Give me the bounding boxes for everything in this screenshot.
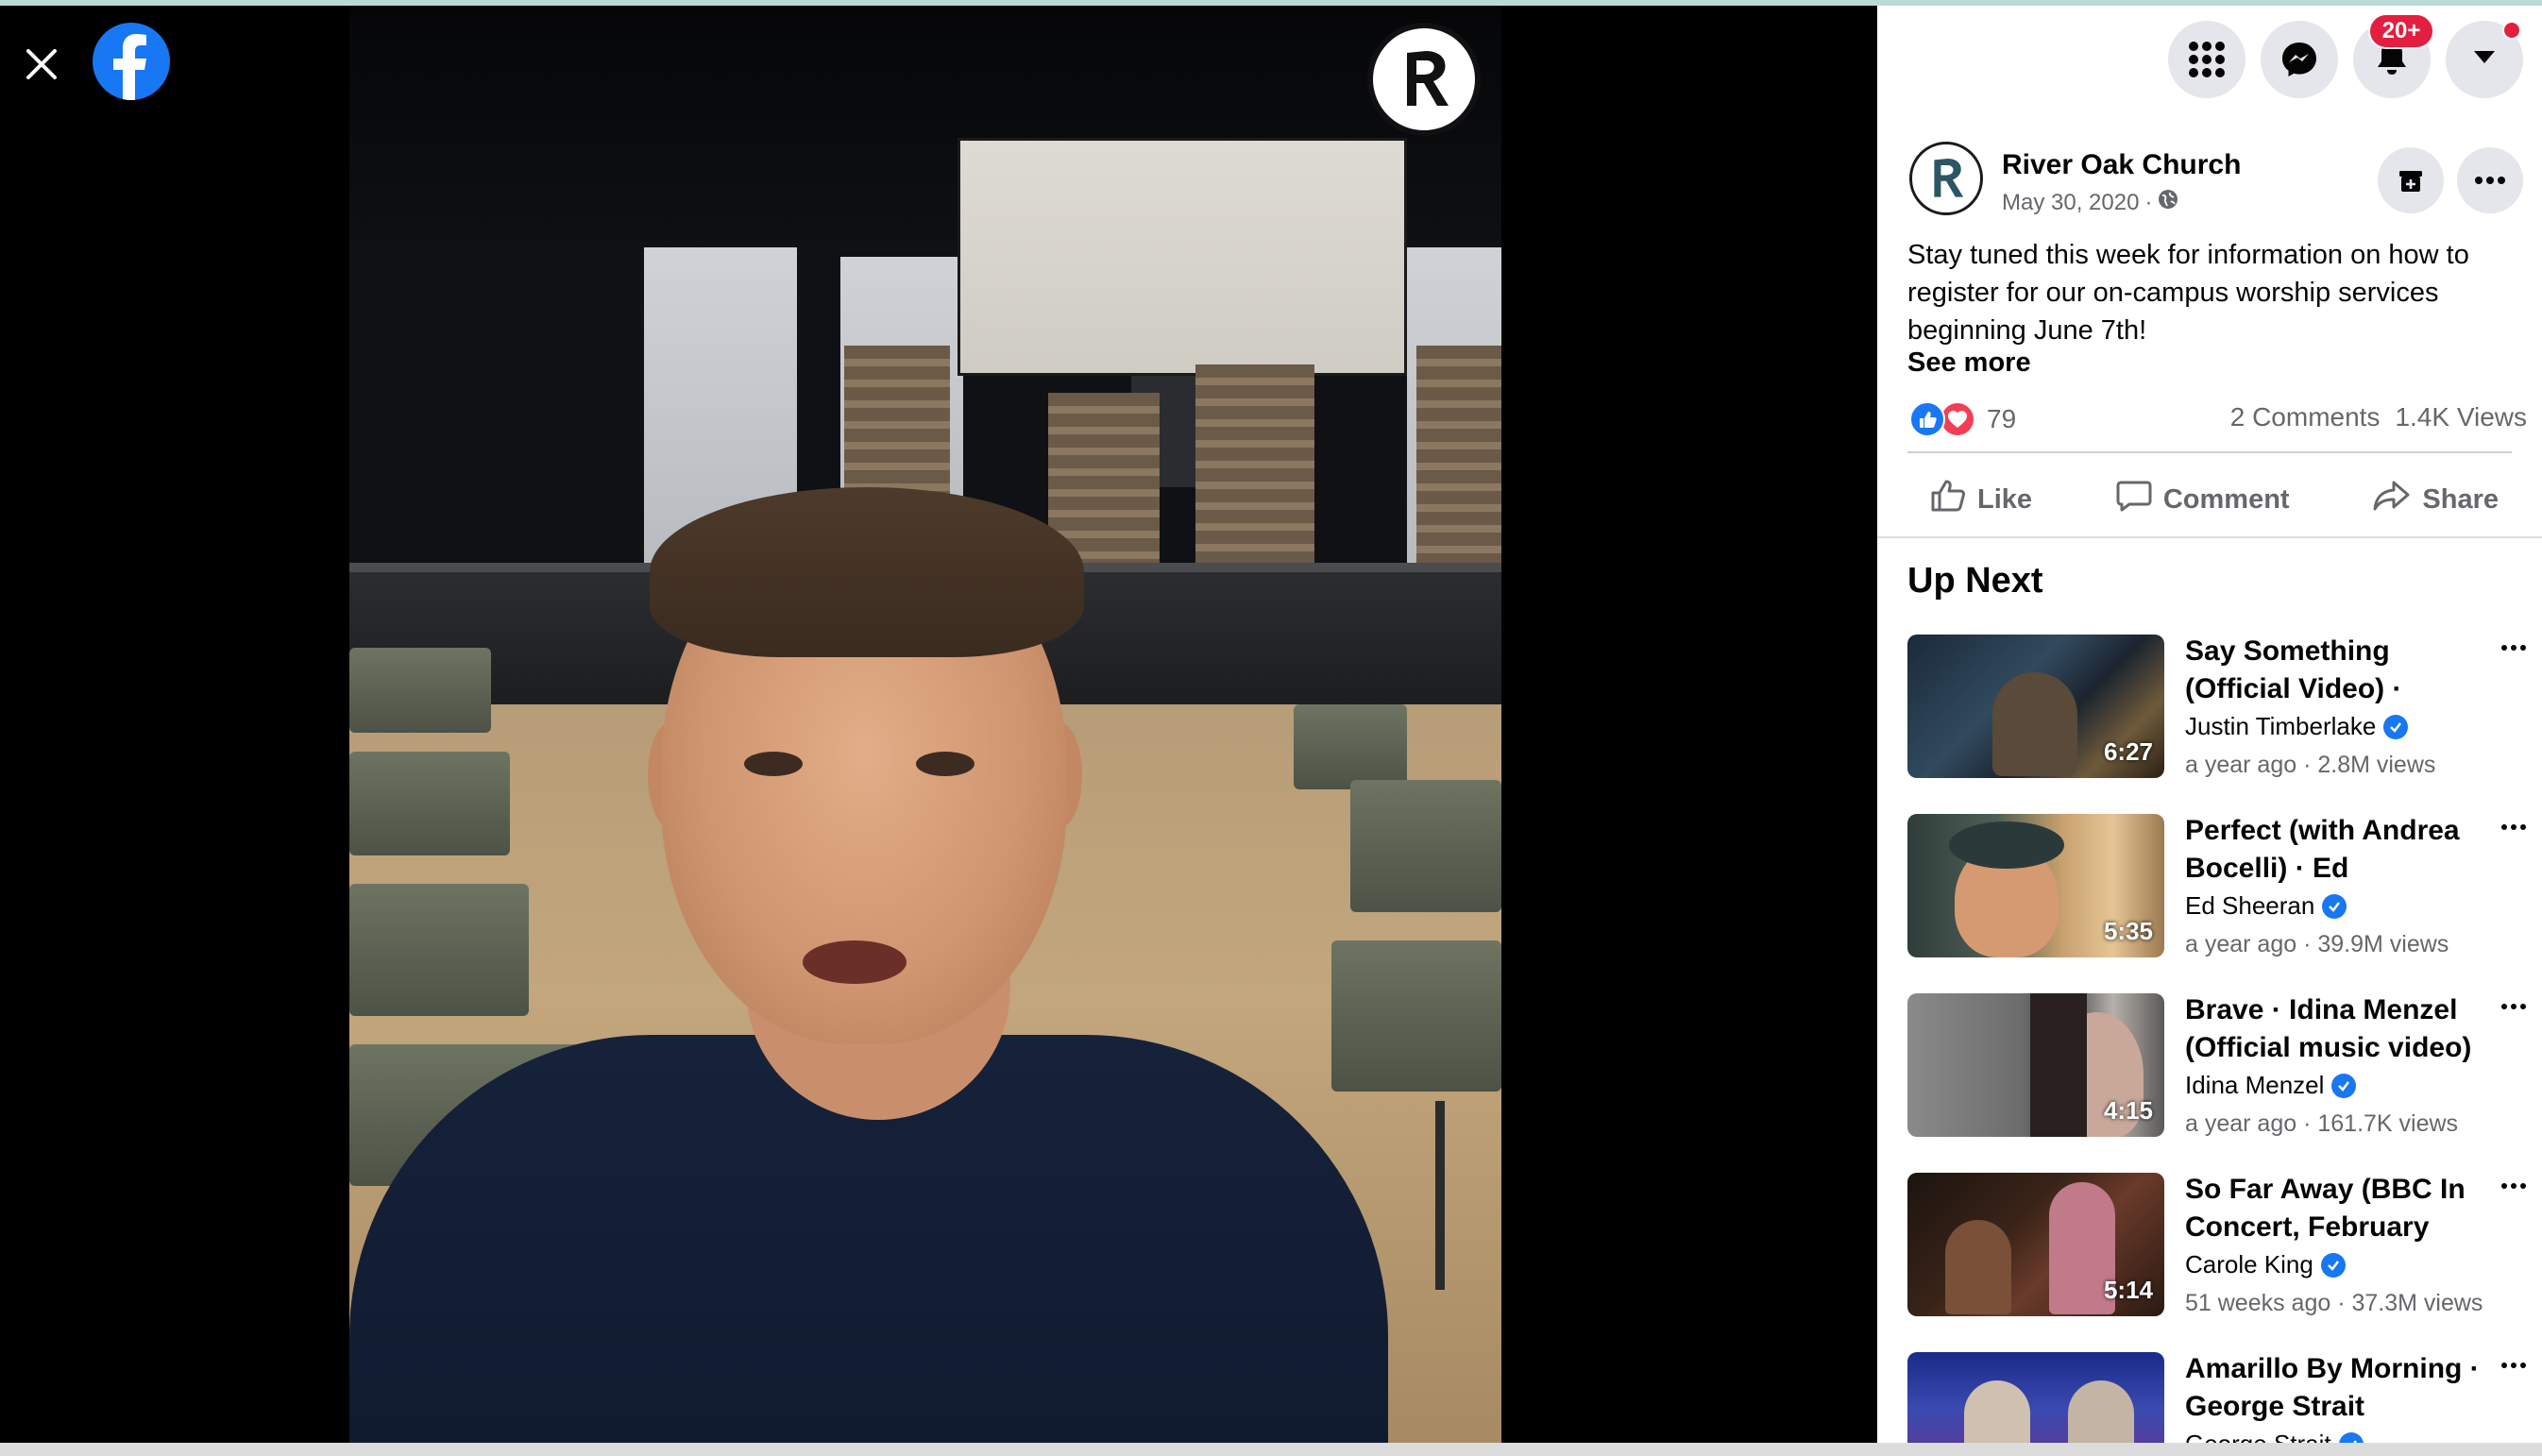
alert-dot [2502, 21, 2521, 40]
up-next-item[interactable]: 5:14 So Far Away (BBC In Concert, Februa… [1907, 1173, 2542, 1324]
post-sidebar: 20+ River Oak Church May 30, 2020 · Stay… [1877, 6, 2542, 1443]
up-next-item[interactable]: Amarillo By Morning · George Strait (Off… [1907, 1352, 2542, 1443]
channel-name: George Strait [2185, 1430, 2364, 1443]
channel-label[interactable]: Justin Timberlake [2185, 712, 2376, 741]
post-date[interactable]: May 30, 2020 [2002, 190, 2139, 216]
section-divider [1877, 536, 2542, 538]
up-next-item[interactable]: 6:27 Say Something (Official Video) · Ju… [1907, 635, 2542, 786]
channel-name: Carole King [2185, 1250, 2346, 1279]
more-horizontal-icon[interactable] [2495, 1354, 2533, 1377]
more-horizontal-icon[interactable] [2495, 816, 2533, 838]
account-menu-button[interactable] [2446, 21, 2523, 98]
post-header: River Oak Church May 30, 2020 · [1909, 142, 2523, 221]
video-meta: a year ago · 161.7K views [2185, 1110, 2459, 1137]
channel-name: Idina Menzel [2185, 1071, 2357, 1100]
more-horizontal-icon[interactable] [2495, 995, 2533, 1018]
channel-label[interactable]: Ed Sheeran [2185, 891, 2314, 921]
video-title[interactable]: So Far Away (BBC In Concert, February 10… [2185, 1171, 2487, 1246]
speaker-figure [349, 6, 1501, 1443]
reaction-count: 79 [1987, 404, 2017, 433]
globe-icon [2158, 189, 2178, 216]
messenger-icon[interactable] [2261, 21, 2338, 98]
video-thumbnail[interactable] [1907, 1352, 2164, 1443]
channel-label[interactable]: George Strait [2185, 1430, 2331, 1443]
verified-badge-icon [2331, 1073, 2357, 1098]
grid-menu-icon[interactable] [2168, 21, 2245, 98]
video-duration: 5:35 [2103, 917, 2153, 945]
up-next-item[interactable]: 4:15 Brave · Idina Menzel (Official musi… [1907, 993, 2542, 1144]
video-thumbnail[interactable]: 5:35 [1907, 814, 2164, 957]
video-title[interactable]: Perfect (with Andrea Bocelli) · Ed Sheer… [2185, 812, 2487, 888]
more-horizontal-icon[interactable] [2495, 1175, 2533, 1197]
meta-separator: · [2144, 189, 2153, 215]
comment-icon [2116, 479, 2152, 520]
video-player[interactable] [0, 6, 1877, 1443]
video-frame[interactable] [349, 6, 1501, 1443]
video-thumbnail[interactable]: 6:27 [1907, 635, 2164, 778]
video-duration: 6:27 [2103, 737, 2153, 766]
video-title[interactable]: Brave · Idina Menzel (Official music vid… [2185, 991, 2487, 1067]
channel-name: Ed Sheeran [2185, 891, 2347, 921]
post-text: Stay tuned this week for information on … [1907, 240, 2469, 346]
share-button[interactable]: Share [2350, 471, 2521, 528]
verified-badge-icon [2383, 714, 2409, 739]
video-meta: a year ago · 39.9M views [2185, 931, 2449, 957]
video-duration: 5:14 [2103, 1276, 2153, 1304]
video-thumbnail[interactable]: 5:14 [1907, 1173, 2164, 1316]
divider [1907, 451, 2512, 453]
notifications-badge: 20+ [2368, 13, 2434, 49]
share-icon [2373, 479, 2411, 520]
video-meta: a year ago · 2.8M views [2185, 752, 2436, 778]
top-nav-icons: 20+ [2168, 13, 2542, 102]
share-label: Share [2422, 483, 2499, 515]
verified-badge-icon [2320, 1252, 2346, 1278]
see-more-link[interactable]: See more [1907, 347, 2031, 379]
avatar[interactable] [1909, 142, 1983, 215]
up-next-item[interactable]: 5:35 Perfect (with Andrea Bocelli) · Ed … [1907, 814, 2542, 965]
video-title[interactable]: Amarillo By Morning · George Strait (Off… [2185, 1350, 2487, 1426]
facebook-logo-icon[interactable] [93, 23, 170, 100]
video-duration: 4:15 [2103, 1096, 2153, 1125]
verified-badge-icon [2338, 1431, 2364, 1443]
channel-label[interactable]: Idina Menzel [2185, 1071, 2324, 1100]
window-bottom-border [0, 1443, 2542, 1456]
like-reaction-icon [1909, 401, 1945, 437]
page-name-link[interactable]: River Oak Church [2002, 149, 2241, 181]
comment-button[interactable]: Comment [2093, 471, 2313, 528]
river-oak-logo-icon [1367, 23, 1481, 136]
comment-label: Comment [2162, 483, 2290, 515]
post-meta: May 30, 2020 · [2002, 189, 2178, 216]
save-icon[interactable] [2378, 147, 2444, 213]
video-title[interactable]: Say Something (Official Video) · Just... [2185, 633, 2487, 708]
more-horizontal-icon[interactable] [2457, 147, 2523, 213]
comments-count-link[interactable]: 2 Comments [2230, 402, 2381, 432]
window-top-border [0, 0, 2542, 6]
up-next-heading: Up Next [1907, 561, 2043, 601]
caret-down-icon [2472, 49, 2497, 71]
video-thumbnail[interactable]: 4:15 [1907, 993, 2164, 1137]
reactions-summary[interactable]: 79 [1909, 398, 2016, 440]
channel-label[interactable]: Carole King [2185, 1250, 2313, 1279]
verified-badge-icon [2322, 893, 2347, 919]
channel-name: Justin Timberlake [2185, 712, 2409, 741]
like-label: Like [1977, 483, 2033, 515]
more-horizontal-icon[interactable] [2495, 636, 2533, 659]
post-actions: Like Comment Share [1907, 468, 2521, 531]
thumbs-up-icon [1930, 479, 1966, 520]
post-stats: 2 Comments 1.4K Views [2230, 402, 2527, 432]
views-count: 1.4K Views [2395, 402, 2527, 432]
notifications-button[interactable]: 20+ [2353, 13, 2434, 98]
like-button[interactable]: Like [1907, 471, 2055, 528]
close-icon[interactable] [19, 42, 64, 87]
video-meta: 51 weeks ago · 37.3M views [2185, 1290, 2483, 1316]
